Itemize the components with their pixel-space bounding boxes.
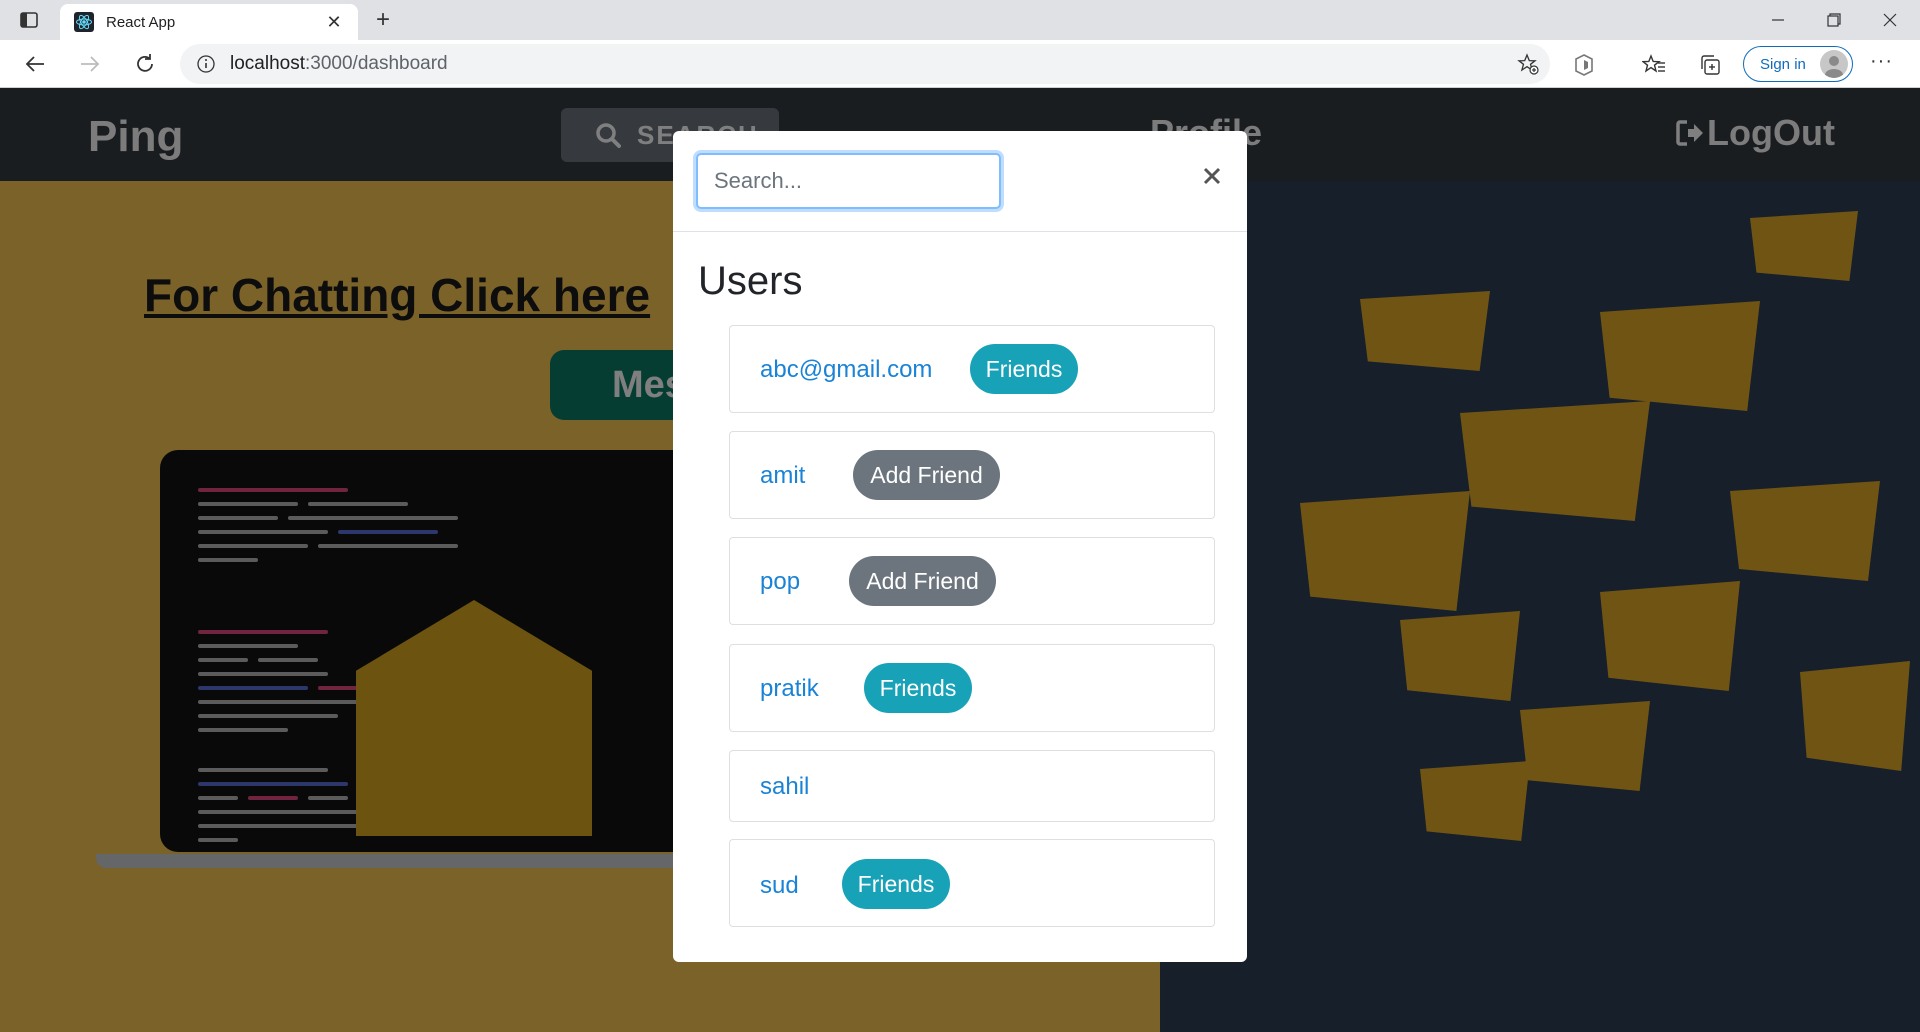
- user-list-item: sud Friends: [729, 839, 1215, 927]
- user-name-link[interactable]: pratik: [760, 675, 819, 703]
- extension-icon[interactable]: [1571, 52, 1597, 78]
- forward-icon[interactable]: [74, 48, 106, 80]
- user-name-link[interactable]: sud: [760, 872, 799, 900]
- add-friend-button[interactable]: Add Friend: [849, 556, 996, 606]
- url-path: :3000/dashboard: [305, 53, 448, 74]
- maximize-icon[interactable]: [1806, 0, 1862, 40]
- search-input[interactable]: [696, 153, 1001, 209]
- sign-in-label: Sign in: [1760, 55, 1806, 73]
- friends-badge[interactable]: Friends: [970, 344, 1078, 394]
- browser-tab[interactable]: React App ✕: [60, 4, 358, 40]
- user-name-link[interactable]: abc@gmail.com: [760, 356, 932, 384]
- search-users-modal: Users abc@gmail.com Friends amit Add Fri…: [673, 131, 1247, 962]
- browser-toolbar: localhost:3000/dashboard Sign in ···: [0, 40, 1920, 88]
- browser-tab-bar: React App ✕ +: [0, 0, 1920, 40]
- new-tab-icon[interactable]: +: [368, 6, 398, 34]
- modal-header: [673, 131, 1247, 232]
- window-close-icon[interactable]: [1862, 0, 1918, 40]
- friends-badge[interactable]: Friends: [864, 663, 972, 713]
- friends-badge[interactable]: Friends: [842, 859, 950, 909]
- back-icon[interactable]: [19, 48, 51, 80]
- address-bar[interactable]: localhost:3000/dashboard: [180, 44, 1550, 84]
- modal-close-icon[interactable]: [1197, 161, 1227, 191]
- close-tab-icon[interactable]: ✕: [324, 12, 344, 33]
- user-list-item: sahil: [729, 750, 1215, 822]
- add-favorite-icon[interactable]: [1516, 52, 1540, 76]
- profile-avatar-icon: [1820, 50, 1848, 78]
- react-favicon-icon: [74, 12, 94, 32]
- user-list-item: pratik Friends: [729, 644, 1215, 732]
- tab-sidebar-icon[interactable]: [18, 10, 40, 30]
- favorites-icon[interactable]: [1641, 52, 1667, 78]
- url-host: localhost: [230, 53, 305, 74]
- tab-title: React App: [106, 13, 176, 31]
- minimize-icon[interactable]: [1750, 0, 1806, 40]
- refresh-icon[interactable]: [129, 48, 161, 80]
- add-friend-button[interactable]: Add Friend: [853, 450, 1000, 500]
- user-list-item: pop Add Friend: [729, 537, 1215, 625]
- info-icon[interactable]: [196, 54, 216, 74]
- collections-icon[interactable]: [1697, 52, 1723, 78]
- user-name-link[interactable]: pop: [760, 568, 800, 596]
- more-icon[interactable]: ···: [1870, 50, 1893, 73]
- user-list-item: amit Add Friend: [729, 431, 1215, 519]
- sign-in-button[interactable]: Sign in: [1743, 46, 1853, 82]
- users-heading: Users: [698, 259, 803, 303]
- user-name-link[interactable]: sahil: [760, 773, 809, 801]
- user-list-item: abc@gmail.com Friends: [729, 325, 1215, 413]
- user-name-link[interactable]: amit: [760, 462, 805, 490]
